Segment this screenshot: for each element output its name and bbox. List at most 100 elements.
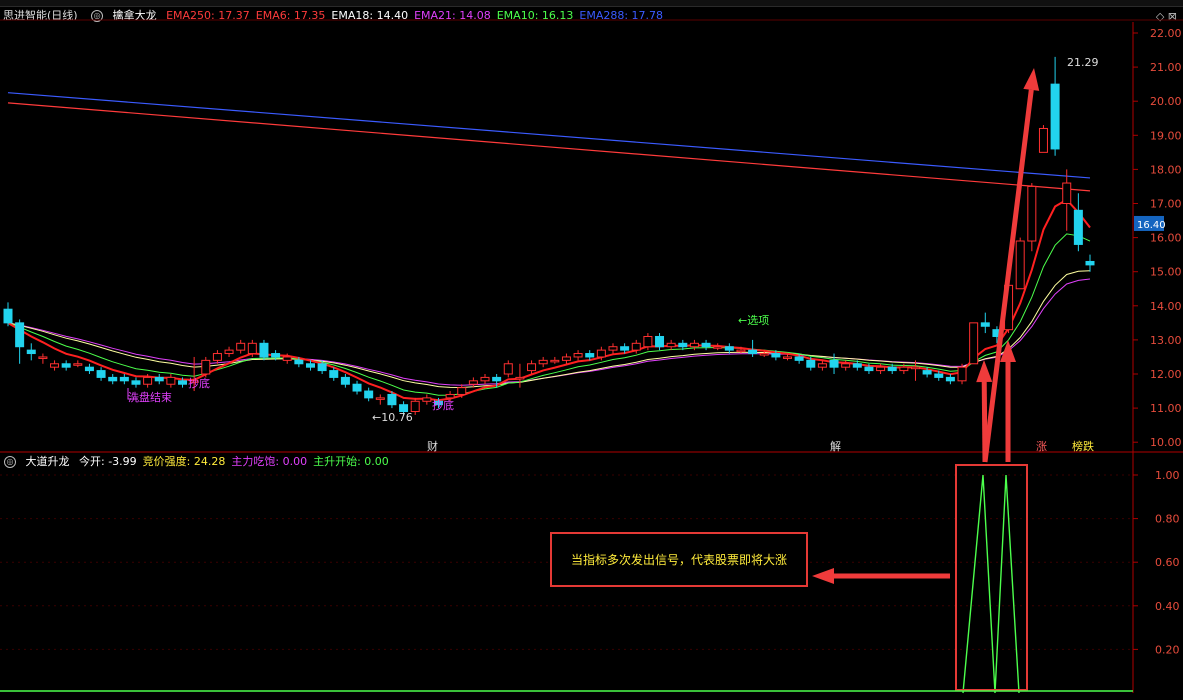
trend-arrow-head — [1023, 68, 1040, 91]
candle — [294, 359, 304, 365]
candle — [806, 359, 816, 368]
candle — [585, 353, 595, 358]
y-tick-label: 15.00 — [1150, 266, 1182, 279]
candle — [61, 363, 71, 368]
candle — [899, 366, 909, 372]
sub-y-tick-label: 0.40 — [1155, 600, 1180, 613]
candle — [748, 349, 758, 355]
candle — [876, 366, 886, 372]
candle — [422, 397, 432, 402]
candle — [887, 366, 897, 372]
candle — [224, 349, 234, 355]
candle — [119, 376, 129, 382]
signal-arrow-head — [976, 360, 993, 383]
chart-signal-label: 涨 — [1036, 440, 1047, 453]
chart-signal-label: 财 — [427, 439, 438, 453]
y-tick-label: 22.00 — [1150, 27, 1182, 40]
ema-line — [7, 102, 1091, 192]
candle — [259, 342, 269, 358]
candle — [50, 363, 60, 368]
candle — [108, 376, 118, 382]
candle — [969, 322, 979, 365]
candle — [445, 393, 455, 399]
candle — [1015, 240, 1025, 290]
candle — [247, 342, 257, 355]
candle — [736, 349, 746, 353]
candle — [410, 400, 420, 413]
candle — [340, 376, 350, 385]
candle — [759, 353, 769, 356]
chart-signal-label: ←10.76 — [372, 411, 413, 424]
annotation-text: 当指标多次发出信号，代表股票即将大涨 — [570, 553, 787, 567]
y-tick-label: 11.00 — [1150, 402, 1182, 415]
chart-signal-label: 榜跌 — [1072, 439, 1094, 453]
signal-line — [962, 474, 1020, 694]
candle — [468, 380, 478, 385]
candle — [829, 359, 839, 368]
candle — [492, 376, 502, 382]
candle — [771, 353, 781, 358]
candle — [84, 366, 94, 372]
candle — [1038, 127, 1048, 153]
candle — [864, 366, 874, 372]
candle — [573, 353, 583, 358]
candle — [561, 356, 571, 361]
candle — [527, 363, 537, 372]
candle — [317, 363, 327, 372]
candle — [480, 376, 490, 382]
y-tick-label: 17.00 — [1150, 198, 1182, 211]
chart-signal-label: 21.29 — [1067, 56, 1099, 69]
sub-y-tick-label: 0.60 — [1155, 556, 1180, 569]
candle — [271, 353, 281, 358]
candle — [143, 376, 153, 385]
chart-signal-label: ←选项 — [738, 314, 769, 327]
ema-line — [7, 92, 1091, 179]
candle — [96, 370, 106, 378]
annotation-arrow-head — [812, 568, 834, 584]
candle — [1062, 182, 1072, 204]
candle — [841, 363, 851, 368]
candle — [364, 390, 374, 399]
y-tick-label: 12.00 — [1150, 368, 1182, 381]
candle — [631, 342, 641, 351]
candle — [178, 380, 188, 385]
candle — [515, 376, 525, 380]
candle — [38, 356, 48, 359]
stock-chart: 22.00 21.00 20.00 19.00 18.00 17.00 16.00 15.00… — [0, 19, 1183, 694]
candle — [1085, 260, 1095, 266]
candle — [375, 397, 385, 400]
y-tick-label: 13.00 — [1150, 334, 1182, 347]
chart-signal-label: 抄底 — [432, 398, 454, 412]
candle — [538, 359, 548, 365]
candle — [922, 370, 932, 375]
candle — [201, 359, 211, 375]
sub-y-tick-label: 1.00 — [1155, 469, 1180, 482]
candle — [643, 335, 653, 348]
y-tick-label: 18.00 — [1150, 163, 1182, 176]
y-tick-label: 21.00 — [1150, 61, 1182, 74]
candle — [596, 349, 606, 358]
candle — [934, 373, 944, 378]
candle — [550, 359, 560, 363]
candle — [701, 342, 711, 348]
sub-y-tick-label: 0.20 — [1155, 643, 1180, 656]
candle — [689, 342, 699, 348]
candle — [15, 322, 25, 348]
candle — [620, 346, 630, 351]
candle — [329, 370, 339, 378]
candle — [503, 363, 513, 375]
candle — [212, 353, 222, 361]
y-tick-label: 10.00 — [1150, 436, 1182, 449]
chart-signal-label: 抄底 — [188, 376, 210, 390]
y-tick-label: 19.00 — [1150, 129, 1182, 142]
candle — [713, 346, 723, 349]
candle — [957, 366, 967, 382]
candle — [282, 356, 292, 361]
signal-arrow — [981, 381, 988, 463]
candle — [3, 308, 13, 324]
candle — [910, 366, 920, 370]
chart-signal-label: 解 — [830, 439, 841, 453]
candle — [794, 356, 804, 361]
candle — [678, 342, 688, 348]
candle — [608, 346, 618, 351]
